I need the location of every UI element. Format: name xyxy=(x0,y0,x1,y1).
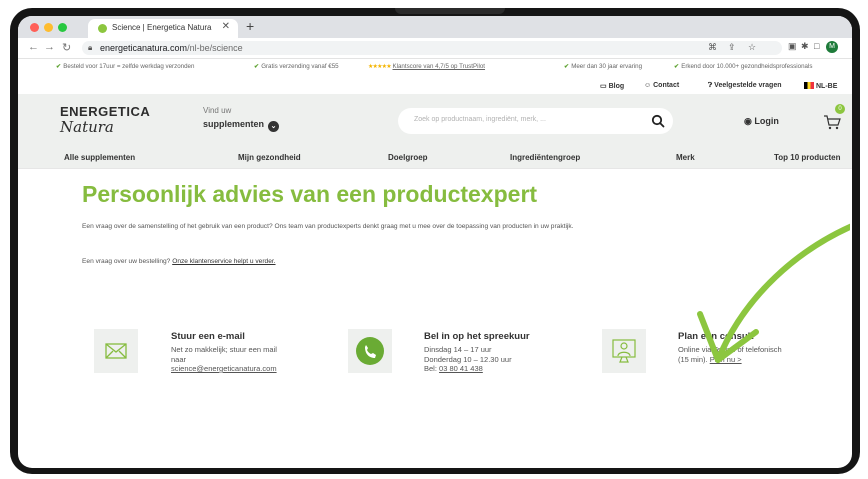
usp-item[interactable]: ★★★★★ Klantscore van 4,7/5 op TrustPilot xyxy=(368,63,485,70)
maximize-window-dot[interactable] xyxy=(58,23,67,32)
belgium-flag-icon xyxy=(804,82,814,89)
lock-icon: 🔒︎ xyxy=(88,43,93,52)
site-header: ENERGETICA Natura Vind uw supplementen ⌄ … xyxy=(18,94,852,148)
site-logo[interactable]: ENERGETICA Natura xyxy=(60,104,150,136)
category-target-group[interactable]: Doelgroep xyxy=(388,153,428,162)
url-path: /nl-be/science xyxy=(187,43,243,53)
usp-item: ✔ Gratis verzending vanaf €55 xyxy=(254,63,339,70)
phone-card-icon-box xyxy=(348,329,392,373)
find-supplements-label: supplementen xyxy=(203,119,265,129)
blog-icon: ▭ xyxy=(600,83,607,90)
category-top-10[interactable]: Top 10 producten xyxy=(774,153,841,162)
usp-item: ✔ Meer dan 30 jaar ervaring xyxy=(564,63,643,70)
search-placeholder: Zoek op productnaam, ingrediënt, merk, .… xyxy=(414,116,546,123)
usp-item: ✔ Erkend door 10.000+ gezondheidsprofessi… xyxy=(674,63,813,70)
envelope-icon xyxy=(105,343,127,359)
utility-nav: ▭ Blog ☺ Contact ❓︎ Veelgestelde vragen … xyxy=(18,74,852,94)
customer-service-link[interactable]: Onze klantenservice helpt u verder. xyxy=(172,258,275,265)
rating-stars-icon: ★★★★★ xyxy=(368,63,392,70)
logo-wordmark-top: ENERGETICA xyxy=(60,104,151,119)
find-supplements-menu[interactable]: Vind uw supplementen ⌄ xyxy=(203,106,280,132)
email-card-title: Stuur een e-mail xyxy=(171,331,245,342)
faq-link[interactable]: ❓︎ Veelgestelde vragen xyxy=(708,82,782,90)
phone-card-title: Bel in op het spreekuur xyxy=(424,331,530,342)
chevron-down-icon: ⌄ xyxy=(268,121,280,132)
share-icon[interactable]: ⇪ xyxy=(728,42,736,53)
close-window-dot[interactable] xyxy=(30,23,39,32)
search-input[interactable]: Zoek op productnaam, ingrediënt, merk, .… xyxy=(398,108,673,134)
back-arrow-icon[interactable]: ← xyxy=(28,41,39,53)
tab-title: Science | Energetica Natura xyxy=(112,23,212,32)
video-consult-icon xyxy=(612,339,636,363)
new-tab-icon[interactable]: + xyxy=(246,18,254,34)
bookmark-star-icon[interactable]: ☆ xyxy=(748,42,756,53)
browser-tab-active[interactable]: Science | Energetica Natura ✕ xyxy=(88,19,238,38)
check-icon: ✔ xyxy=(56,63,62,70)
minimize-window-dot[interactable] xyxy=(44,23,53,32)
browser-address-bar: ← → ↻ 🔒︎ energeticanatura.com/nl-be/scie… xyxy=(18,38,852,59)
cart-count-badge: 0 xyxy=(835,104,845,114)
cart-icon[interactable] xyxy=(823,114,841,130)
logo-wordmark-bottom: Natura xyxy=(60,118,114,136)
category-nav: Alle supplementen Mijn gezondheid Doelgr… xyxy=(18,148,852,169)
extension-icon[interactable]: ▣ xyxy=(788,41,797,52)
login-button[interactable]: ◉ Login xyxy=(744,116,779,127)
intro-text: Een vraag over de samenstelling of het g… xyxy=(82,223,574,230)
phone-number-link[interactable]: 03 80 41 438 xyxy=(439,364,483,373)
translate-icon[interactable]: ⌘ xyxy=(708,42,717,53)
usp-item: ✔ Besteld voor 17uur = zelfde werkdag ver… xyxy=(56,63,195,70)
category-brand[interactable]: Merk xyxy=(676,153,695,162)
url-domain: energeticanatura.com xyxy=(100,43,188,53)
forward-arrow-icon[interactable]: → xyxy=(44,41,55,53)
phone-card-text: Dinsdag 14 – 17 uur Donderdag 10 – 12.30… xyxy=(424,345,512,373)
page-title: Persoonlijk advies van een productexpert xyxy=(82,181,538,207)
sidebar-icon[interactable]: □ xyxy=(814,41,819,51)
email-link[interactable]: science@energeticanatura.com xyxy=(171,364,277,374)
order-question-text: Een vraag over uw bestelling? Onze klant… xyxy=(82,258,276,265)
tab-close-icon[interactable]: ✕ xyxy=(222,21,230,32)
search-icon[interactable] xyxy=(651,114,665,128)
usp-bar: ✔ Besteld voor 17uur = zelfde werkdag ver… xyxy=(18,59,852,74)
category-all-supplements[interactable]: Alle supplementen xyxy=(64,153,135,162)
consult-card-icon-box xyxy=(602,329,646,373)
person-icon: ☺ xyxy=(644,82,652,89)
check-icon: ✔ xyxy=(254,63,260,70)
url-field[interactable]: 🔒︎ energeticanatura.com/nl-be/science ⌘ … xyxy=(82,41,782,55)
camera-notch xyxy=(395,8,505,14)
pointer-arrow-icon xyxy=(697,223,850,363)
find-label: Vind uw xyxy=(203,106,232,115)
locale-switch[interactable]: NL-BE xyxy=(804,82,837,90)
reload-icon[interactable]: ↻ xyxy=(62,41,71,54)
user-icon: ◉ xyxy=(744,116,752,126)
favicon-icon xyxy=(98,24,107,33)
question-icon: ❓︎ xyxy=(708,82,713,89)
check-icon: ✔ xyxy=(564,63,570,70)
whatsapp-icon xyxy=(356,337,384,365)
email-card-text: Net zo makkelijk; stuur een mail naar sc… xyxy=(171,345,277,374)
contact-link[interactable]: ☺ Contact xyxy=(644,82,679,89)
category-my-health[interactable]: Mijn gezondheid xyxy=(238,153,301,162)
email-card-icon-box xyxy=(94,329,138,373)
browser-tab-bar: Science | Energetica Natura ✕ + xyxy=(18,16,852,38)
puzzle-extensions-icon[interactable]: ✱ xyxy=(801,41,809,52)
category-ingredient-group[interactable]: Ingrediëntengroep xyxy=(510,153,580,162)
blog-link[interactable]: ▭ Blog xyxy=(600,82,624,90)
profile-avatar[interactable]: M xyxy=(826,41,838,53)
check-icon: ✔ xyxy=(674,63,680,70)
